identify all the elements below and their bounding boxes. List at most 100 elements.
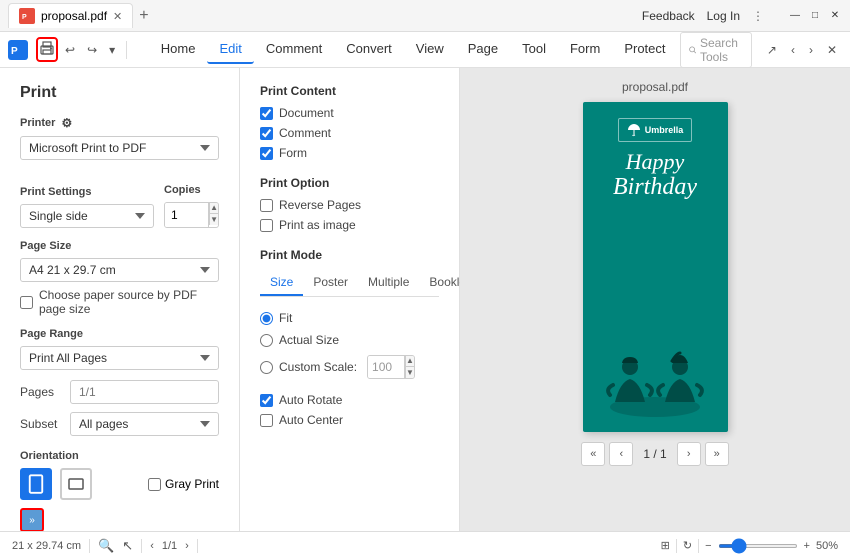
reverse-pages-checkbox[interactable]: [260, 199, 273, 212]
preview-panel: proposal.pdf Umbrella Happy Birthday: [460, 68, 850, 531]
landscape-button[interactable]: [60, 468, 92, 500]
bottom-sep-2: [141, 539, 142, 553]
nav-page[interactable]: Page: [456, 35, 510, 64]
more-options-icon[interactable]: ⋮: [752, 9, 764, 23]
zoom-plus[interactable]: +: [804, 540, 810, 552]
print-as-image-checkbox[interactable]: [260, 219, 273, 232]
tab-size[interactable]: Size: [260, 270, 303, 296]
prev-page-bottom[interactable]: ‹: [150, 540, 154, 552]
printer-gear-icon[interactable]: ⚙: [61, 116, 72, 130]
gray-print-checkbox[interactable]: [148, 478, 161, 491]
auto-center-checkbox[interactable]: [260, 414, 273, 427]
tab-close-icon[interactable]: ✕: [113, 10, 122, 23]
fit-label: Fit: [279, 311, 292, 325]
fit-radio[interactable]: [260, 312, 273, 325]
auto-rotate-row: Auto Rotate: [260, 393, 439, 407]
nav-home[interactable]: Home: [149, 35, 208, 64]
form-checkbox-row: Form: [260, 146, 439, 160]
copies-up[interactable]: ▲: [209, 203, 218, 214]
choose-paper-checkbox[interactable]: [20, 296, 33, 309]
last-page-button[interactable]: »: [705, 442, 729, 466]
dimensions-text: 21 x 29.74 cm: [12, 540, 81, 552]
dropdown-arrow[interactable]: ▾: [104, 40, 120, 60]
select-tool-icon[interactable]: ↖: [122, 538, 133, 554]
search-tools[interactable]: Search Tools: [680, 32, 752, 68]
page-size-select[interactable]: A4 21 x 29.7 cm: [20, 258, 219, 282]
zoom-out-icon[interactable]: 🔍: [98, 538, 114, 554]
umbrella-text: Umbrella: [645, 125, 684, 135]
tab-title: proposal.pdf: [41, 9, 107, 23]
zoom-minus[interactable]: −: [705, 540, 711, 552]
snapshot-icon[interactable]: ⊞: [661, 539, 670, 552]
maximize-button[interactable]: □: [808, 9, 822, 23]
nav-protect[interactable]: Protect: [612, 35, 677, 64]
form-checkbox[interactable]: [260, 147, 273, 160]
print-settings-select[interactable]: Single side: [20, 204, 154, 228]
close-panel-icon[interactable]: ✕: [822, 40, 842, 60]
document-label: Document: [279, 106, 334, 120]
pages-input[interactable]: [70, 380, 219, 404]
umbrella-logo: Umbrella: [618, 118, 693, 142]
actual-size-radio-row: Actual Size: [260, 333, 439, 347]
tab-multiple[interactable]: Multiple: [358, 270, 419, 296]
fit-radio-row: Fit: [260, 311, 439, 325]
comment-label: Comment: [279, 126, 331, 140]
copies-input[interactable]: [165, 203, 208, 227]
page-range-select[interactable]: Print All Pages: [20, 346, 219, 370]
printer-label: Printer ⚙: [20, 116, 219, 130]
printer-select[interactable]: Microsoft Print to PDF: [20, 136, 219, 160]
nav-form[interactable]: Form: [558, 35, 612, 64]
comment-checkbox[interactable]: [260, 127, 273, 140]
new-tab-button[interactable]: +: [139, 7, 148, 25]
tab-proposal[interactable]: P proposal.pdf ✕: [8, 3, 133, 28]
nav-edit[interactable]: Edit: [207, 35, 253, 64]
subset-select[interactable]: All pages: [70, 412, 219, 436]
nav-tool[interactable]: Tool: [510, 35, 558, 64]
nav-comment[interactable]: Comment: [254, 35, 334, 64]
nav-back-icon[interactable]: ‹: [786, 40, 800, 60]
close-button[interactable]: ✕: [828, 9, 842, 23]
zoom-slider[interactable]: [718, 544, 798, 548]
preview-card: Umbrella Happy Birthday: [583, 102, 728, 432]
fit-options: Fit Actual Size Custom Scale: ▲ ▼: [260, 311, 439, 379]
zoom-level: 50%: [816, 540, 838, 552]
scale-down[interactable]: ▼: [405, 367, 414, 378]
first-page-button[interactable]: «: [581, 442, 605, 466]
redo-button[interactable]: ↪: [82, 40, 102, 60]
tab-pdf-icon: P: [19, 8, 35, 24]
expand-panel-button[interactable]: »: [20, 508, 44, 531]
orientation-section: Orientation Gray Print: [20, 450, 219, 500]
scale-input[interactable]: [368, 356, 404, 378]
next-page-button[interactable]: ›: [677, 442, 701, 466]
rotate-icon[interactable]: ↻: [683, 539, 692, 552]
nav-view[interactable]: View: [404, 35, 456, 64]
next-page-bottom[interactable]: ›: [185, 540, 189, 552]
portrait-button[interactable]: [20, 468, 52, 500]
copies-spinner: ▲ ▼: [208, 203, 218, 227]
document-checkbox[interactable]: [260, 107, 273, 120]
preview-happy: Happy: [626, 150, 685, 174]
tab-poster[interactable]: Poster: [303, 270, 358, 296]
page-info: 1 / 1: [637, 447, 672, 461]
actual-size-radio[interactable]: [260, 334, 273, 347]
copies-down[interactable]: ▼: [209, 214, 218, 225]
preview-filename: proposal.pdf: [622, 80, 688, 94]
login-link[interactable]: Log In: [707, 9, 740, 23]
page-range-label: Page Range: [20, 328, 219, 340]
external-link-icon[interactable]: ↗: [762, 40, 782, 60]
copies-input-wrap: ▲ ▼: [164, 202, 219, 228]
feedback-link[interactable]: Feedback: [642, 9, 695, 23]
custom-scale-radio[interactable]: [260, 361, 273, 374]
subset-label: Subset: [20, 417, 60, 431]
nav-forward-icon[interactable]: ›: [804, 40, 818, 60]
page-bottom: 1/1: [162, 540, 177, 552]
menubar: P ↩ ↪ ▾ Home Edit Comment Convert View P…: [0, 32, 850, 68]
undo-button[interactable]: ↩: [60, 40, 80, 60]
print-toolbar-button[interactable]: [36, 37, 58, 62]
auto-rotate-checkbox[interactable]: [260, 394, 273, 407]
form-label: Form: [279, 146, 307, 160]
nav-convert[interactable]: Convert: [334, 35, 404, 64]
prev-page-button[interactable]: ‹: [609, 442, 633, 466]
minimize-button[interactable]: —: [788, 9, 802, 23]
scale-up[interactable]: ▲: [405, 356, 414, 367]
